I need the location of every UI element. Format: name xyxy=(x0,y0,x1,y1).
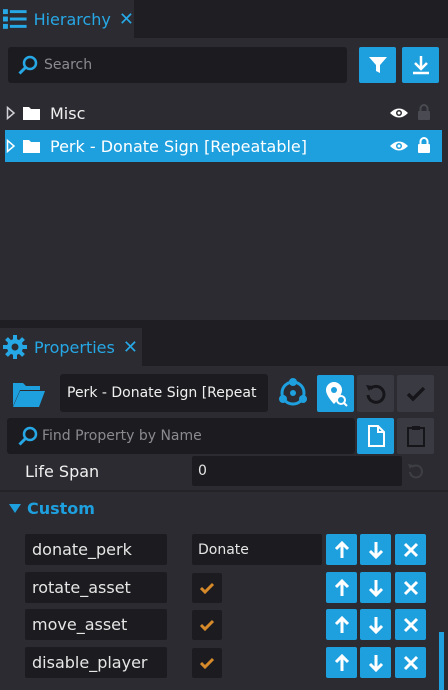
lock-icon[interactable] xyxy=(417,104,431,121)
filter-button[interactable] xyxy=(359,47,396,83)
clipboard-icon xyxy=(406,426,425,447)
folder-open-icon xyxy=(13,383,45,407)
life-span-value: 0 xyxy=(198,463,207,479)
move-down-button[interactable] xyxy=(360,647,391,678)
custom-property-row: rotate_asset xyxy=(0,572,448,605)
life-span-row: Life Span 0 xyxy=(0,456,448,488)
arrow-down-icon xyxy=(368,616,383,634)
tree-item-perk-donate-sign[interactable]: Perk - Donate Sign [Repeatable] xyxy=(5,130,442,162)
gear-icon xyxy=(3,335,27,359)
remove-button[interactable] xyxy=(395,647,426,678)
paste-button[interactable] xyxy=(397,418,434,454)
custom-property-row: disable_player xyxy=(0,647,448,680)
move-up-button[interactable] xyxy=(326,534,357,565)
close-icon[interactable]: ✕ xyxy=(119,9,134,30)
chevron-down-icon xyxy=(9,504,21,513)
check-icon xyxy=(199,619,215,631)
tab-hierarchy[interactable]: Hierarchy ✕ xyxy=(0,0,134,38)
eye-icon[interactable] xyxy=(389,106,409,120)
life-span-field[interactable]: 0 xyxy=(192,456,402,486)
arrow-down-icon xyxy=(368,579,383,597)
copy-icon xyxy=(367,425,385,447)
map-pin-search-icon xyxy=(325,381,348,407)
folder-icon xyxy=(23,140,40,153)
lock-icon[interactable] xyxy=(417,137,431,154)
find-property-placeholder: Find Property by Name xyxy=(42,428,202,444)
undo-icon xyxy=(365,384,385,404)
locate-button[interactable] xyxy=(317,375,354,412)
close-icon xyxy=(403,617,418,632)
collapse-button[interactable] xyxy=(402,47,439,83)
folder-icon xyxy=(23,107,40,120)
expand-arrow-icon[interactable] xyxy=(6,139,16,153)
arrow-up-icon xyxy=(334,578,349,596)
arrow-up-icon xyxy=(334,653,349,671)
close-icon xyxy=(403,655,418,670)
custom-property-name: disable_player xyxy=(25,647,167,678)
custom-property-row: move_asset xyxy=(0,609,448,642)
tab-properties[interactable]: Properties ✕ xyxy=(0,328,142,366)
reset-button[interactable] xyxy=(357,375,394,412)
arrow-down-icon xyxy=(368,654,383,672)
close-icon xyxy=(403,542,418,557)
custom-section-header[interactable]: Custom xyxy=(0,497,200,521)
check-icon xyxy=(199,582,215,594)
reset-icon[interactable] xyxy=(408,463,424,479)
check-icon xyxy=(406,386,425,401)
move-up-button[interactable] xyxy=(326,609,357,640)
remove-button[interactable] xyxy=(395,572,426,603)
move-down-button[interactable] xyxy=(360,572,391,603)
move-down-button[interactable] xyxy=(360,534,391,565)
eye-icon[interactable] xyxy=(389,139,409,153)
tree-item-label: Misc xyxy=(50,104,86,123)
search-icon xyxy=(18,55,38,75)
hierarchy-tab-label: Hierarchy xyxy=(33,9,111,29)
object-name-field[interactable]: Perk - Donate Sign [Repeat xyxy=(60,374,268,412)
search-input[interactable]: Search xyxy=(8,47,347,83)
properties-tab-label: Properties xyxy=(34,337,115,357)
custom-property-name: move_asset xyxy=(25,609,167,640)
arrow-up-icon xyxy=(334,540,349,558)
check-icon xyxy=(199,657,215,669)
arrow-down-to-line-icon xyxy=(412,56,429,75)
remove-button[interactable] xyxy=(395,534,426,565)
checkbox[interactable] xyxy=(192,610,222,640)
object-name-value: Perk - Donate Sign [Repeat xyxy=(67,385,257,401)
properties-tab-bar: Properties ✕ xyxy=(0,320,448,366)
move-down-button[interactable] xyxy=(360,609,391,640)
life-span-label: Life Span xyxy=(25,462,100,481)
scrollbar-thumb[interactable] xyxy=(439,632,444,690)
search-icon xyxy=(18,426,38,446)
remove-button[interactable] xyxy=(395,609,426,640)
move-up-button[interactable] xyxy=(326,572,357,603)
arrow-down-icon xyxy=(368,541,383,559)
list-icon xyxy=(2,9,27,29)
divider xyxy=(0,490,448,492)
network-icon[interactable] xyxy=(277,377,309,409)
move-up-button[interactable] xyxy=(326,647,357,678)
checkbox[interactable] xyxy=(192,648,222,678)
search-placeholder: Search xyxy=(44,57,93,73)
checkbox[interactable] xyxy=(192,573,222,603)
custom-property-row: donate_perk Donate xyxy=(0,534,448,567)
custom-property-value-field[interactable]: Donate xyxy=(192,534,322,565)
close-icon[interactable]: ✕ xyxy=(123,337,138,358)
find-property-input[interactable]: Find Property by Name xyxy=(7,418,355,454)
tree-item-label: Perk - Donate Sign [Repeatable] xyxy=(50,137,308,156)
custom-property-name: rotate_asset xyxy=(25,572,167,603)
custom-property-name: donate_perk xyxy=(25,534,167,565)
filter-icon xyxy=(368,57,387,73)
expand-arrow-icon[interactable] xyxy=(6,106,16,120)
hierarchy-tab-bar: Hierarchy ✕ xyxy=(0,0,448,38)
custom-section-label: Custom xyxy=(27,499,95,518)
close-icon xyxy=(403,580,418,595)
copy-button[interactable] xyxy=(357,418,394,454)
apply-button[interactable] xyxy=(397,375,434,412)
tree-item-misc[interactable]: Misc xyxy=(0,97,448,129)
arrow-up-icon xyxy=(334,615,349,633)
